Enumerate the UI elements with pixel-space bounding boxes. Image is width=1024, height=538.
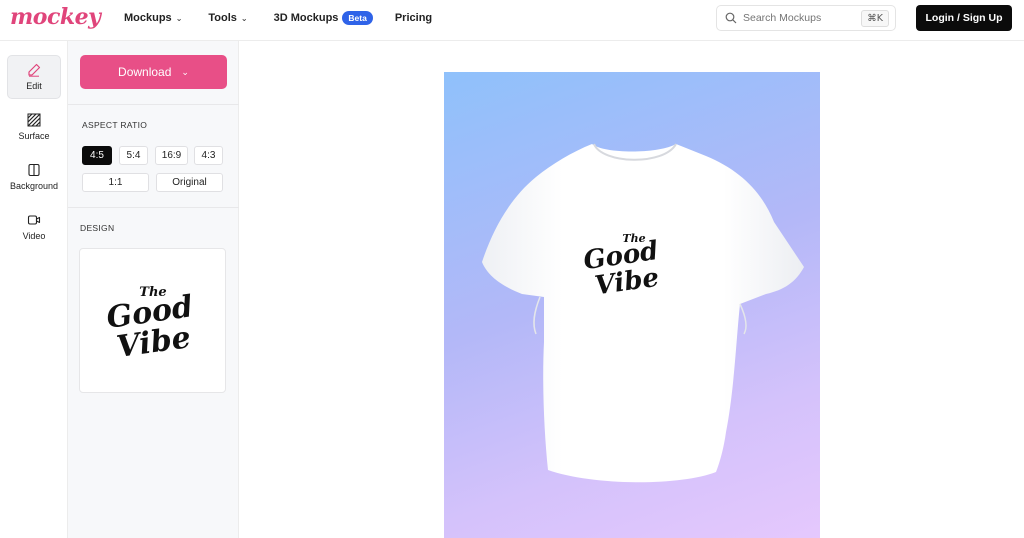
design-artwork: The Good Vibe: [104, 285, 195, 365]
ratio-4-5[interactable]: 4:5: [82, 146, 112, 165]
rail-item-label: Edit: [26, 81, 42, 91]
search-box[interactable]: ⌘K: [716, 5, 896, 31]
mockup-canvas: The Good Vibe: [240, 41, 1024, 538]
ratio-5-4[interactable]: 5:4: [119, 146, 148, 165]
video-icon: [27, 215, 41, 225]
search-icon: [725, 12, 737, 24]
design-title: DESIGN: [80, 223, 115, 233]
beta-badge: Beta: [342, 11, 373, 25]
nav-3d-mockups[interactable]: 3D Mockups Beta: [274, 11, 373, 25]
hatch-icon: [27, 113, 41, 127]
nav-mockups[interactable]: Mockups ⌄: [124, 12, 182, 24]
nav-3d-mockups-label: 3D Mockups: [273, 12, 339, 24]
rail-item-label: Background: [9, 181, 59, 191]
main-nav: Mockups ⌄ Tools ⌄ 3D Mockups Beta Pricin…: [124, 0, 432, 36]
download-button[interactable]: Download ⌄: [80, 55, 227, 89]
download-label: Download: [118, 65, 172, 79]
tshirt-sleeve-seam-left: [533, 296, 541, 335]
nav-mockups-label: Mockups: [124, 12, 172, 24]
ratio-original[interactable]: Original: [156, 173, 223, 192]
rail-item-video[interactable]: Video: [7, 205, 61, 249]
nav-pricing-label: Pricing: [394, 12, 433, 24]
rail-item-label: Surface: [18, 131, 50, 141]
rail-item-surface[interactable]: Surface: [7, 105, 61, 149]
chevron-down-icon: ⌄: [181, 66, 189, 77]
divider: [68, 104, 239, 105]
chevron-down-icon: ⌄: [240, 13, 248, 23]
search-input[interactable]: [743, 12, 855, 24]
ratio-16-9[interactable]: 16:9: [155, 146, 188, 165]
aspect-ratio-title: ASPECT RATIO: [82, 120, 148, 130]
top-header: mockey Mockups ⌄ Tools ⌄ 3D Mockups Beta…: [0, 0, 1024, 41]
tshirt-mockup: The Good Vibe: [482, 143, 804, 483]
mockey-logo[interactable]: mockey: [10, 4, 101, 30]
tshirt-sleeve-seam-right: [739, 303, 747, 335]
rail-item-edit[interactable]: Edit: [7, 55, 61, 99]
tool-rail: Edit Surface Background Video: [0, 41, 68, 538]
nav-tools-label: Tools: [208, 12, 237, 24]
background-icon: [28, 163, 40, 177]
settings-panel: Download ⌄ ASPECT RATIO 4:5 5:4 16:9 4:3…: [68, 41, 239, 538]
tshirt-body: [482, 144, 804, 483]
chevron-down-icon: ⌄: [175, 13, 183, 23]
ratio-1-1[interactable]: 1:1: [82, 173, 149, 192]
mockup-preview[interactable]: The Good Vibe: [444, 72, 820, 538]
divider: [68, 207, 239, 208]
rail-item-background[interactable]: Background: [7, 155, 61, 199]
login-signup-button[interactable]: Login / Sign Up: [916, 5, 1012, 31]
rail-item-label: Video: [22, 231, 46, 241]
ratio-4-3[interactable]: 4:3: [194, 146, 223, 165]
pencil-icon: [28, 63, 41, 77]
design-thumbnail[interactable]: The Good Vibe: [79, 248, 226, 393]
nav-pricing[interactable]: Pricing: [395, 12, 432, 24]
nav-tools[interactable]: Tools ⌄: [208, 12, 247, 24]
shortcut-hint: ⌘K: [861, 10, 889, 27]
